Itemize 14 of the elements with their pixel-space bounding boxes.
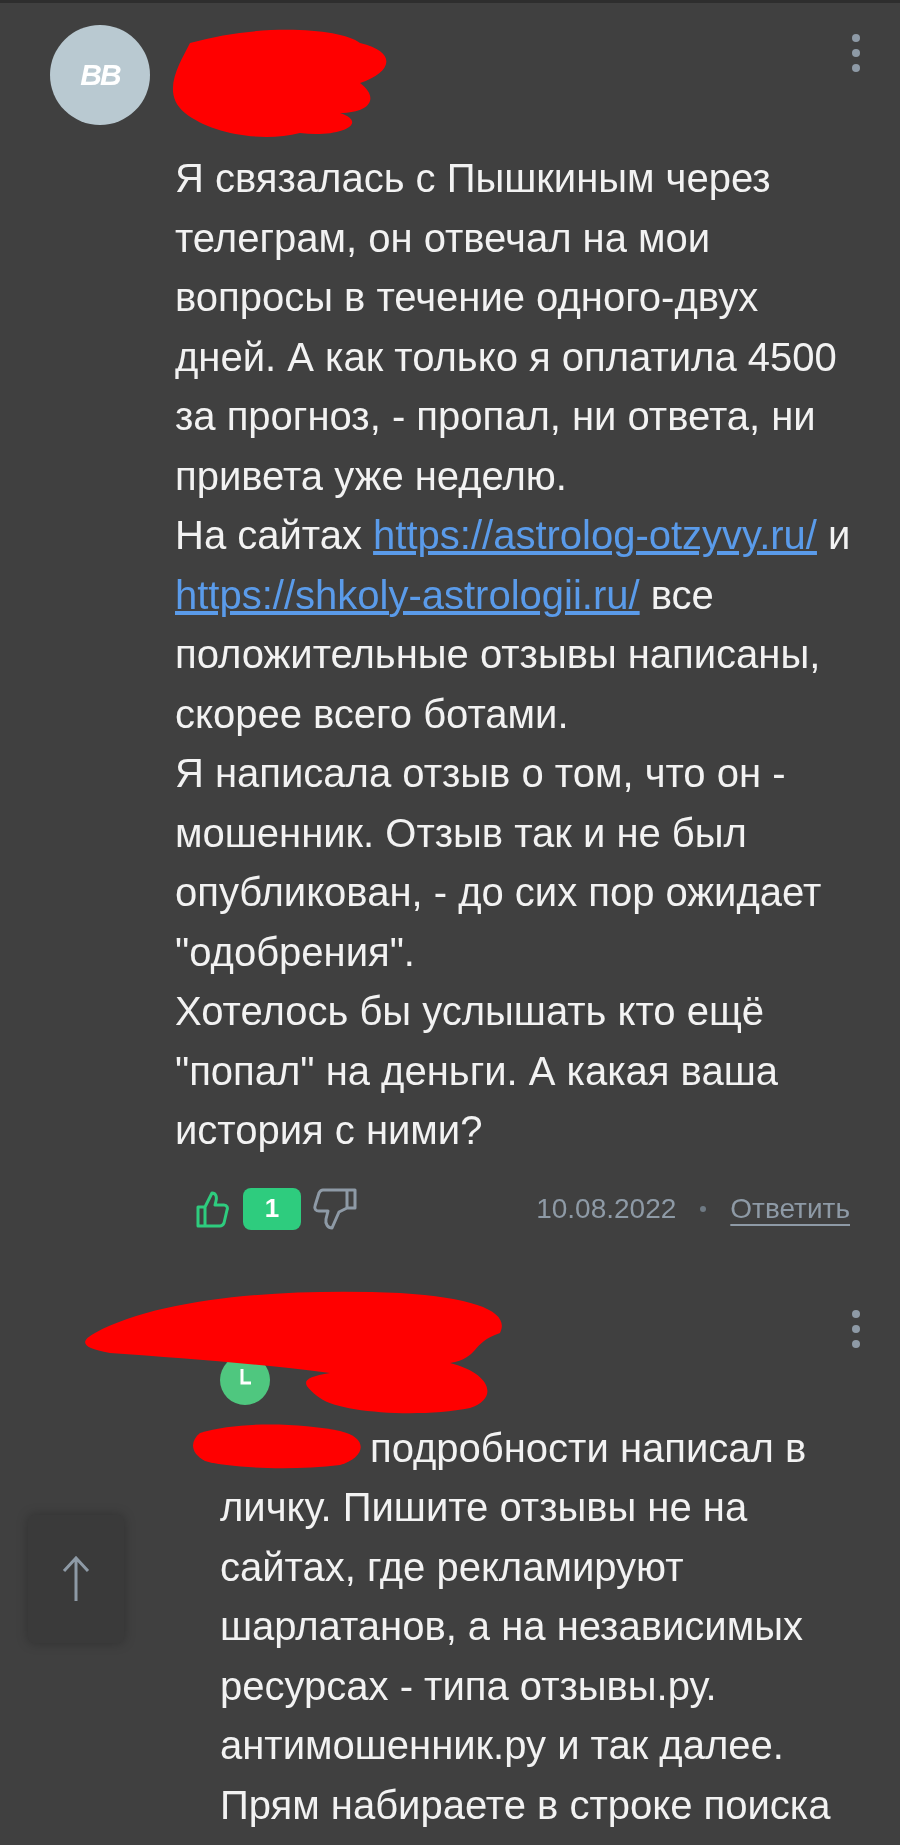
link[interactable]: https://shkoly-astrologii.ru/ (175, 572, 640, 617)
comment-date: 10.08.2022 (536, 1192, 677, 1225)
arrow-up-icon (61, 1556, 91, 1602)
comment-paragraph: личку. Пишите отзывы не на сайтах, где рекламируют шарлатанов, а на независимых ресурсах - типа отзывы.ру. антимошенник.ру и так далее. Прям набираете в строке поиска (220, 1484, 832, 1829)
comment-paragraph: Я написала отзыв о том, что он - мошенник. Отзыв так и не был опубликован, - до сих пор ожидает "одобрения". (175, 750, 823, 976)
comment-paragraph: На сайтах https://astrolog-otzyvy.ru/ и https://shkoly-astrologii.ru/ все положительные отзывы написаны, скорее всего ботами. (175, 512, 852, 738)
comment-paragraph: подробности написал в (370, 1424, 808, 1472)
comment-paragraph: Я связалась с Пышкиным через телеграм, он отвечал на мои вопросы в течение одного-двух дней. А как только я оплатила 4500 за прогноз, - пропал, ни ответа, ни привета уже неделю. (175, 155, 838, 500)
reply-link[interactable]: Ответить (730, 1192, 850, 1225)
comment-paragraph: Хотелось бы услышать кто ещё "попал" на деньги. А какая ваша история с ними? (175, 988, 779, 1154)
like-count: 1 (243, 1187, 301, 1230)
link[interactable]: https://astrolog-otzyvy.ru/ (373, 513, 817, 557)
more-icon[interactable] (850, 1308, 862, 1349)
more-icon[interactable] (850, 33, 862, 73)
